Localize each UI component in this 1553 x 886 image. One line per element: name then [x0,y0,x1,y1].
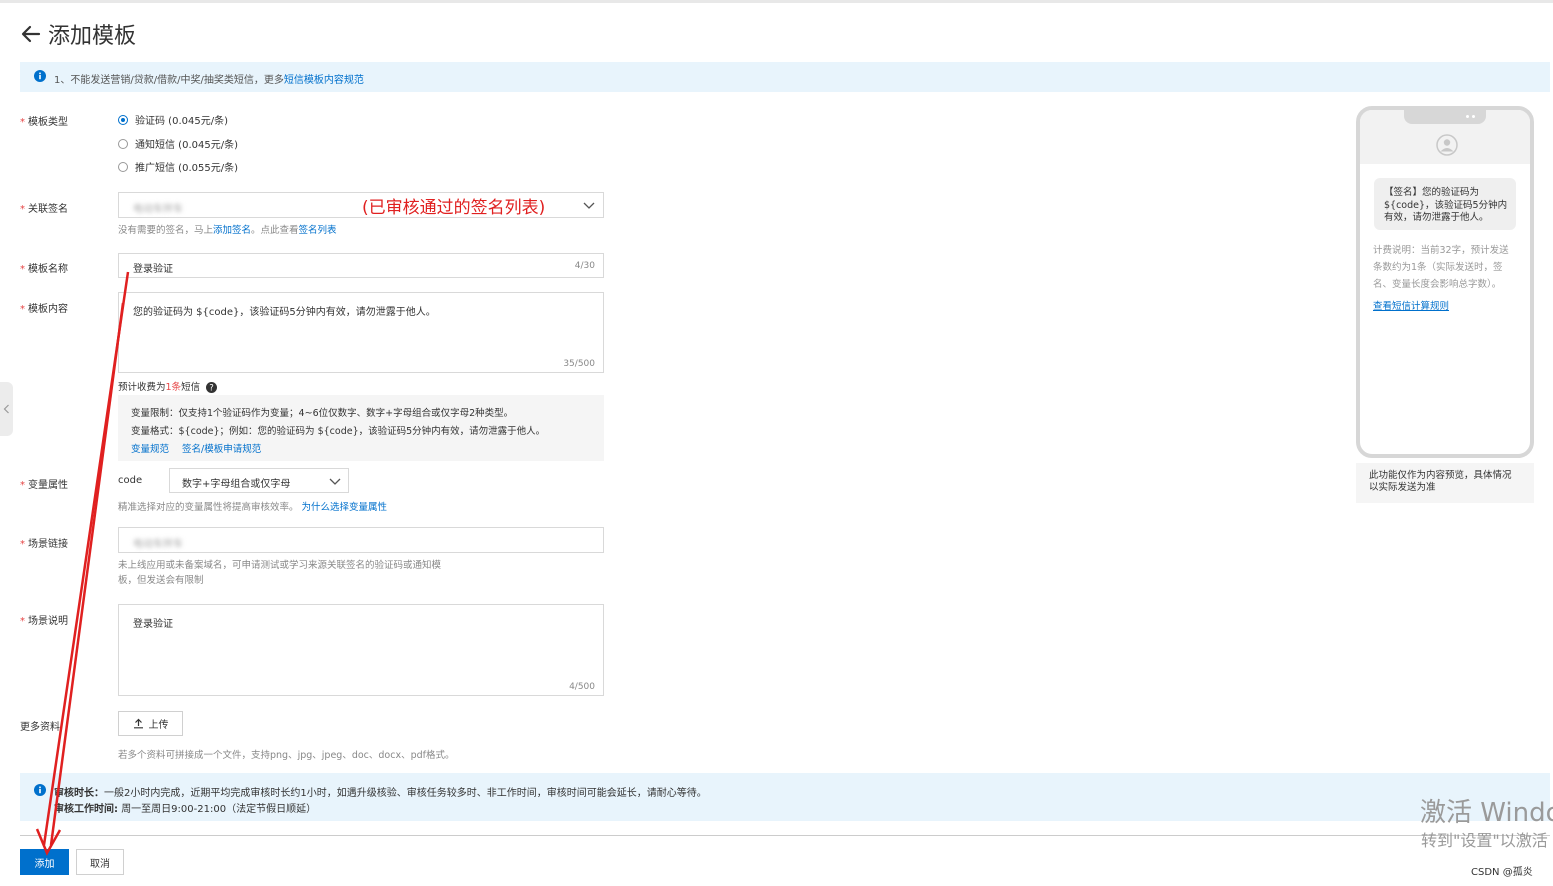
signature-template-rules-link[interactable]: 签名/模板申请规范 [182,444,261,455]
notice-banner-bottom: 审核时长：一般2小时内完成，近期平均完成审核时长约1小时，如遇升级核验、审核任务… [20,773,1550,821]
content-rules-link[interactable]: 短信模板内容规范 [284,75,364,86]
footer-divider [20,835,1550,836]
back-arrow-icon[interactable] [20,23,42,45]
info-icon [34,784,46,796]
scene-desc-counter: 4/500 [569,682,595,692]
variable-name: code [118,475,143,486]
sms-calc-rules-link[interactable]: 查看短信计算规则 [1373,298,1449,312]
chevron-down-icon [583,202,595,209]
variable-rules-box: 变量限制：仅支持1个验证码作为变量；4~6位仅数字、数字+字母组合或仅字母2种类… [118,395,604,461]
billing-description: 计费说明：当前32字，预计发送 条数约为1条（实际发送时，签 名、变量长度会影响… [1373,245,1509,290]
csdn-credit: CSDN @孤炎 [1471,867,1533,878]
windows-activation-hint: 转到"设置"以激活 [1421,831,1548,850]
info-icon [34,70,46,82]
annotation-arrow-1 [42,271,130,846]
phone-preview: 【签名】您的验证码为 ${code}，该验证码5分钟内 有效，请勿泄露于他人。 … [1356,106,1534,458]
top-border [0,0,1553,3]
more-info-label: 更多资料 [20,722,60,733]
sms-bubble: 【签名】您的验证码为 ${code}，该验证码5分钟内 有效，请勿泄露于他人。 [1374,178,1516,230]
radio-verification-code[interactable]: 验证码 (0.045元/条) [118,112,228,127]
scene-desc-textarea[interactable]: 登录验证 4/500 [118,604,604,696]
signature-list-link[interactable]: 签名列表 [299,225,337,236]
radio-notification-sms[interactable]: 通知短信 (0.045元/条) [118,136,238,151]
annotation-arrow-2 [49,302,125,846]
charge-estimate: 预计收费为1条短信 ? [118,380,217,395]
template-name-counter: 4/30 [574,261,595,271]
signature-annotation: (已审核通过的签名列表) [362,198,546,218]
template-content-counter: 35/500 [563,359,595,369]
upload-icon [133,718,143,729]
notice-text: 1、不能发送营销/贷款/借款/中奖/抽奖类短信，更多短信模板内容规范 [54,75,364,86]
template-content-textarea[interactable]: 您的验证码为 ${code}，该验证码5分钟内有效，请勿泄露于他人。 35/50… [118,292,604,373]
avatar-icon [1436,134,1458,156]
chevron-down-icon [329,478,341,485]
variable-attr-help: 精准选择对应的变量属性将提高审核效率。 为什么选择变量属性 [118,502,388,513]
variable-rules-link[interactable]: 变量规范 [131,444,169,455]
phone-header [1360,110,1530,164]
add-signature-link[interactable]: 添加签名 [213,225,251,236]
scene-link-label: * 场景链接 [20,539,68,550]
variable-attr-label: * 变量属性 [20,480,68,491]
variable-attr-select[interactable]: 数字+字母组合或仅字母 [169,468,349,493]
help-question-icon[interactable]: ? [206,382,217,393]
notice-banner-top: 1、不能发送营销/贷款/借款/中奖/抽奖类短信，更多短信模板内容规范 [20,62,1550,92]
signature-help: 没有需要的签名，马上添加签名。点此查看签名列表 [118,225,337,236]
template-name-input[interactable]: 登录验证 4/30 [118,253,604,278]
radio-button[interactable] [118,161,128,172]
phone-notch [1404,110,1486,124]
template-content-label: * 模板内容 [20,304,68,315]
template-name-label: * 模板名称 [20,264,68,275]
preview-note: 此功能仅作为内容预览，具体情况 以实际发送为准 [1356,463,1534,503]
page-title: 添加模板 [48,24,137,49]
more-info-help: 若多个资料可拼接成一个文件，支持png、jpg、jpeg、doc、docx、pd… [118,750,455,761]
why-variable-attr-link[interactable]: 为什么选择变量属性 [302,502,388,513]
radio-button-checked[interactable] [118,114,128,125]
scene-link-help: 未上线应用或未备案域名，可申请测试或学习来源关联签名的验证码或通知模 板，但发送… [118,560,442,586]
sidebar-collapse-handle[interactable] [0,382,13,436]
windows-activation-watermark: 激活 Windo [1420,798,1553,828]
radio-button[interactable] [118,138,128,149]
add-button[interactable]: 添加 [20,849,69,875]
signature-value: 电动车拌车 [133,204,183,215]
page-header: 添加模板 [20,18,136,50]
scene-desc-label: * 场景说明 [20,616,68,627]
review-duration: 审核时长：一般2小时内完成，近期平均完成审核时长约1小时，如遇升级核验、审核任务… [54,788,707,799]
review-hours: 审核工作时间: 周一至周日9:00-21:00（法定节假日顺延） [54,804,317,815]
upload-button[interactable]: 上传 [118,711,183,736]
signature-label: * 关联签名 [20,204,68,215]
scene-link-input[interactable]: 电动车拌车 [118,527,604,553]
svg-text:?: ? [209,384,214,393]
cancel-button[interactable]: 取消 [76,849,124,875]
template-type-label: * 模板类型 [20,117,68,128]
chevron-left-icon [3,404,9,414]
radio-promotion-sms[interactable]: 推广短信 (0.055元/条) [118,159,238,174]
